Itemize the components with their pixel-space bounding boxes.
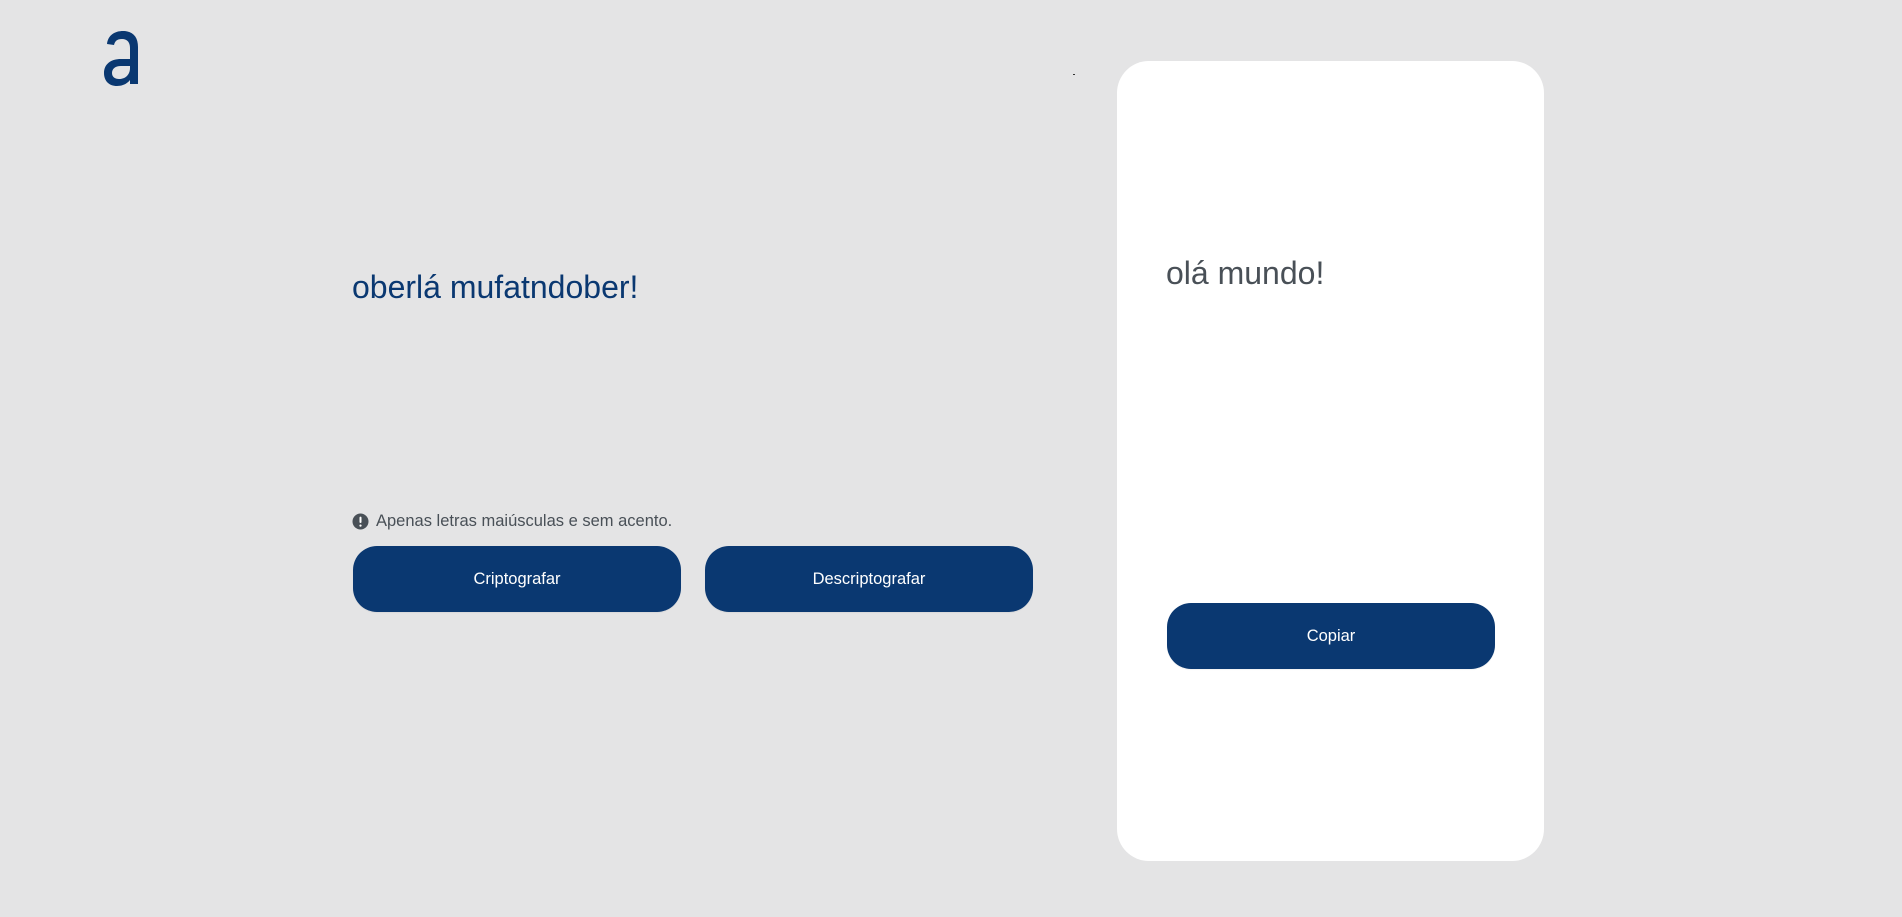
message-input[interactable]: oberlá mufatndober!: [352, 264, 1032, 310]
encrypt-button[interactable]: Criptografar: [353, 546, 681, 612]
notice-text: Apenas letras maiúsculas e sem acento.: [376, 511, 673, 530]
logo-icon: [104, 30, 140, 86]
copy-button[interactable]: Copiar: [1167, 603, 1495, 669]
input-notice: Apenas letras maiúsculas e sem acento.: [352, 510, 672, 532]
output-panel: olá mundo! Copiar: [1117, 61, 1544, 861]
output-text: olá mundo!: [1166, 255, 1325, 291]
decrypt-button[interactable]: Descriptografar: [705, 546, 1033, 612]
divider-dot: [1073, 74, 1075, 75]
exclamation-circle-icon: [352, 513, 369, 530]
